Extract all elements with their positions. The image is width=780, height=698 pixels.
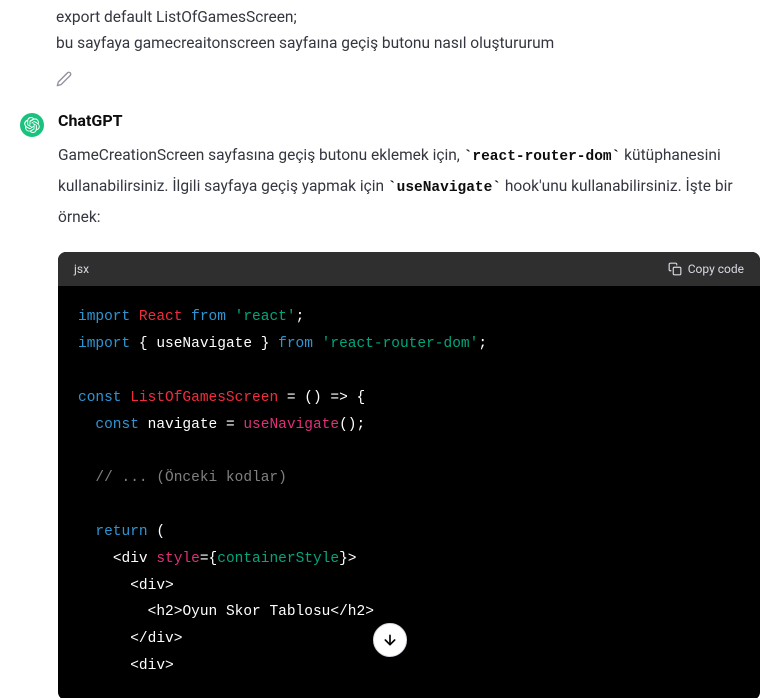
code-line: <div>	[78, 573, 740, 600]
code-line: <div style={containerStyle}>	[78, 546, 740, 573]
assistant-paragraph: GameCreationScreen sayfasına geçiş buton…	[58, 140, 760, 233]
scroll-down-button[interactable]	[373, 623, 407, 657]
user-text-line: export default ListOfGamesScreen;	[56, 4, 760, 30]
code-block: jsx Copy code import React from 'react';…	[58, 252, 760, 698]
code-header: jsx Copy code	[58, 252, 760, 286]
code-line: const navigate = useNavigate();	[78, 412, 740, 439]
assistant-message: ChatGPT GameCreationScreen sayfasına geç…	[20, 111, 760, 698]
assistant-name: ChatGPT	[58, 111, 760, 130]
code-line: import { useNavigate } from 'react-route…	[78, 331, 740, 358]
code-lang-label: jsx	[74, 262, 89, 276]
copy-code-button[interactable]: Copy code	[668, 262, 744, 276]
assistant-avatar	[20, 113, 44, 137]
code-line	[78, 492, 740, 519]
openai-logo-icon	[24, 117, 40, 133]
arrow-down-icon	[382, 632, 398, 648]
edit-message-button[interactable]	[56, 71, 72, 87]
code-line: </div>	[78, 626, 740, 653]
code-line: <div>	[78, 653, 740, 680]
copy-code-label: Copy code	[688, 262, 744, 276]
code-line: return (	[78, 519, 740, 546]
code-line: <h2>Oyun Skor Tablosu</h2>	[78, 599, 740, 626]
clipboard-icon	[668, 262, 682, 276]
user-text-line: bu sayfaya gamecreaitonscreen sayfaına g…	[56, 30, 760, 56]
code-line	[78, 358, 740, 385]
code-line: const ListOfGamesScreen = () => {	[78, 385, 740, 412]
code-body[interactable]: import React from 'react'; import { useN…	[58, 286, 760, 698]
inline-code: `react-router-dom`	[464, 149, 621, 165]
code-line: import React from 'react';	[78, 304, 740, 331]
text-span: GameCreationScreen sayfasına geçiş buton…	[58, 146, 464, 164]
code-line	[78, 439, 740, 466]
pencil-icon	[56, 71, 72, 87]
inline-code: `useNavigate`	[388, 180, 501, 196]
code-line: // ... (Önceki kodlar)	[78, 465, 740, 492]
user-message: export default ListOfGamesScreen; bu say…	[56, 0, 760, 91]
